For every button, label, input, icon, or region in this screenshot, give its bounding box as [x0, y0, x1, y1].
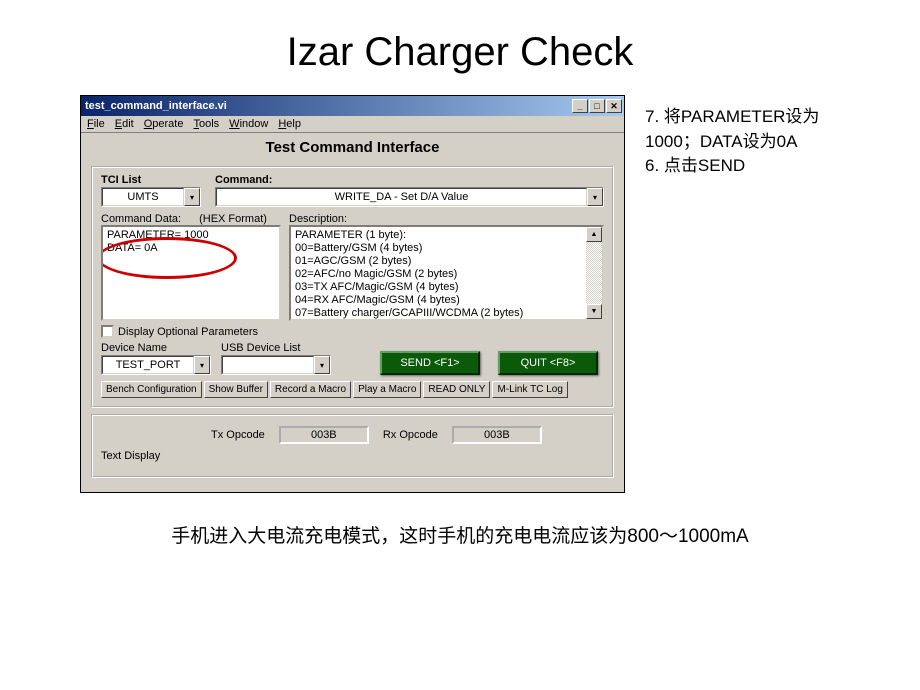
- tci-combo[interactable]: UMTS: [101, 187, 201, 207]
- command-label: Command:: [215, 174, 604, 186]
- command-combo[interactable]: WRITE_DA - Set D/A Value: [215, 187, 604, 207]
- cmddata-label: Command Data:: [101, 213, 181, 225]
- quit-button[interactable]: QUIT <F8>: [498, 351, 598, 375]
- tci-field: TCI List UMTS: [101, 174, 201, 207]
- read-only-button[interactable]: READ ONLY: [423, 381, 490, 398]
- desc-line: 04=RX AFC/Magic/GSM (4 bytes): [295, 294, 582, 307]
- desc-line: 03=TX AFC/Magic/GSM (4 bytes): [295, 281, 582, 294]
- command-data-field: Command Data: (HEX Format) PARAMETER= 10…: [101, 213, 281, 321]
- display-optional-checkbox[interactable]: [101, 325, 114, 338]
- main-group: TCI List UMTS Command: WRITE_DA - Set D/…: [91, 166, 614, 408]
- text-display-label: Text Display: [101, 448, 604, 468]
- menu-tools[interactable]: Tools: [193, 118, 219, 130]
- instruction-line-6: 6. 点击SEND: [645, 154, 850, 179]
- scroll-track[interactable]: [586, 242, 602, 304]
- chevron-down-icon[interactable]: [184, 188, 200, 206]
- content-row: test_command_interface.vi _ □ ✕ File Edi…: [0, 95, 920, 493]
- window-title: test_command_interface.vi: [85, 100, 572, 112]
- command-data-input[interactable]: PARAMETER= 1000 DATA= 0A: [101, 225, 281, 321]
- menu-operate[interactable]: Operate: [144, 118, 184, 130]
- bottom-note: 手机进入大电流充电模式，这时手机的充电电流应该为800～1000mA: [0, 493, 920, 548]
- usb-list-label: USB Device List: [221, 342, 331, 354]
- titlebar: test_command_interface.vi _ □ ✕: [81, 96, 624, 116]
- desc-line: 00=Battery/GSM (4 bytes): [295, 242, 582, 255]
- device-name-combo[interactable]: TEST_PORT: [101, 355, 211, 375]
- instructions: 7. 将PARAMETER设为1000；DATA设为0A 6. 点击SEND: [645, 95, 850, 493]
- titlebar-buttons: _ □ ✕: [572, 99, 622, 113]
- description-field: Description: PARAMETER (1 byte): 00=Batt…: [289, 213, 604, 321]
- send-button[interactable]: SEND <F1>: [380, 351, 480, 375]
- hex-format-label: (HEX Format): [199, 213, 267, 225]
- app-window: test_command_interface.vi _ □ ✕ File Edi…: [80, 95, 625, 493]
- minimize-icon[interactable]: _: [572, 99, 588, 113]
- scrollbar[interactable]: ▲ ▼: [586, 227, 602, 319]
- description-box: PARAMETER (1 byte): 00=Battery/GSM (4 by…: [289, 225, 604, 321]
- cmddata-line1: PARAMETER= 1000: [107, 229, 275, 242]
- tci-label: TCI List: [101, 174, 201, 186]
- display-optional-label: Display Optional Parameters: [118, 326, 258, 338]
- usb-list-value: [222, 356, 314, 374]
- device-name-value: TEST_PORT: [102, 356, 194, 374]
- scroll-up-icon[interactable]: ▲: [586, 227, 602, 242]
- chevron-down-icon[interactable]: [194, 356, 210, 374]
- row-data-desc: Command Data: (HEX Format) PARAMETER= 10…: [101, 213, 604, 321]
- desc-line: 07=Battery charger/GCAPIII/WCDMA (2 byte…: [295, 307, 582, 320]
- opcode-row: Tx Opcode 003B Rx Opcode 003B: [101, 422, 604, 448]
- menu-edit[interactable]: Edit: [115, 118, 134, 130]
- command-field: Command: WRITE_DA - Set D/A Value: [215, 174, 604, 207]
- display-optional-row: Display Optional Parameters: [101, 325, 604, 338]
- show-buffer-button[interactable]: Show Buffer: [204, 381, 268, 398]
- chevron-down-icon[interactable]: [587, 188, 603, 206]
- menu-file[interactable]: File: [87, 118, 105, 130]
- action-buttons: SEND <F1> QUIT <F8>: [341, 351, 604, 375]
- chevron-down-icon[interactable]: [314, 356, 330, 374]
- app-body: TCI List UMTS Command: WRITE_DA - Set D/…: [81, 162, 624, 492]
- cmddata-labels: Command Data: (HEX Format): [101, 213, 281, 225]
- slide-title: Izar Charger Check: [0, 0, 920, 95]
- command-value: WRITE_DA - Set D/A Value: [216, 188, 587, 206]
- rx-opcode-value: 003B: [452, 426, 542, 444]
- row-tci-command: TCI List UMTS Command: WRITE_DA - Set D/…: [101, 174, 604, 207]
- close-icon[interactable]: ✕: [606, 99, 622, 113]
- desc-line: 01=AGC/GSM (2 bytes): [295, 255, 582, 268]
- menubar: File Edit Operate Tools Window Help: [81, 116, 624, 133]
- record-macro-button[interactable]: Record a Macro: [270, 381, 351, 398]
- app-title: Test Command Interface: [81, 133, 624, 162]
- device-name-label: Device Name: [101, 342, 211, 354]
- description-label: Description:: [289, 213, 604, 225]
- usb-list-combo[interactable]: [221, 355, 331, 375]
- rx-opcode-label: Rx Opcode: [383, 429, 438, 441]
- toolbar-buttons: Bench Configuration Show Buffer Record a…: [101, 381, 604, 398]
- description-text: PARAMETER (1 byte): 00=Battery/GSM (4 by…: [291, 227, 586, 319]
- mlink-log-button[interactable]: M-Link TC Log: [492, 381, 567, 398]
- desc-line: PARAMETER (1 byte):: [295, 229, 582, 242]
- opcode-group: Tx Opcode 003B Rx Opcode 003B Text Displ…: [91, 414, 614, 478]
- bench-config-button[interactable]: Bench Configuration: [101, 381, 202, 398]
- tci-value: UMTS: [102, 188, 184, 206]
- desc-line: 02=AFC/no Magic/GSM (2 bytes): [295, 268, 582, 281]
- usb-list-field: USB Device List: [221, 342, 331, 375]
- instruction-line-7: 7. 将PARAMETER设为1000；DATA设为0A: [645, 105, 850, 154]
- row-device-actions: Device Name TEST_PORT USB Device List: [101, 342, 604, 375]
- menu-help[interactable]: Help: [278, 118, 301, 130]
- play-macro-button[interactable]: Play a Macro: [353, 381, 421, 398]
- cmddata-line2: DATA= 0A: [107, 242, 275, 255]
- scroll-down-icon[interactable]: ▼: [586, 304, 602, 319]
- maximize-icon[interactable]: □: [589, 99, 605, 113]
- device-name-field: Device Name TEST_PORT: [101, 342, 211, 375]
- menu-window[interactable]: Window: [229, 118, 268, 130]
- tx-opcode-value: 003B: [279, 426, 369, 444]
- tx-opcode-label: Tx Opcode: [211, 429, 265, 441]
